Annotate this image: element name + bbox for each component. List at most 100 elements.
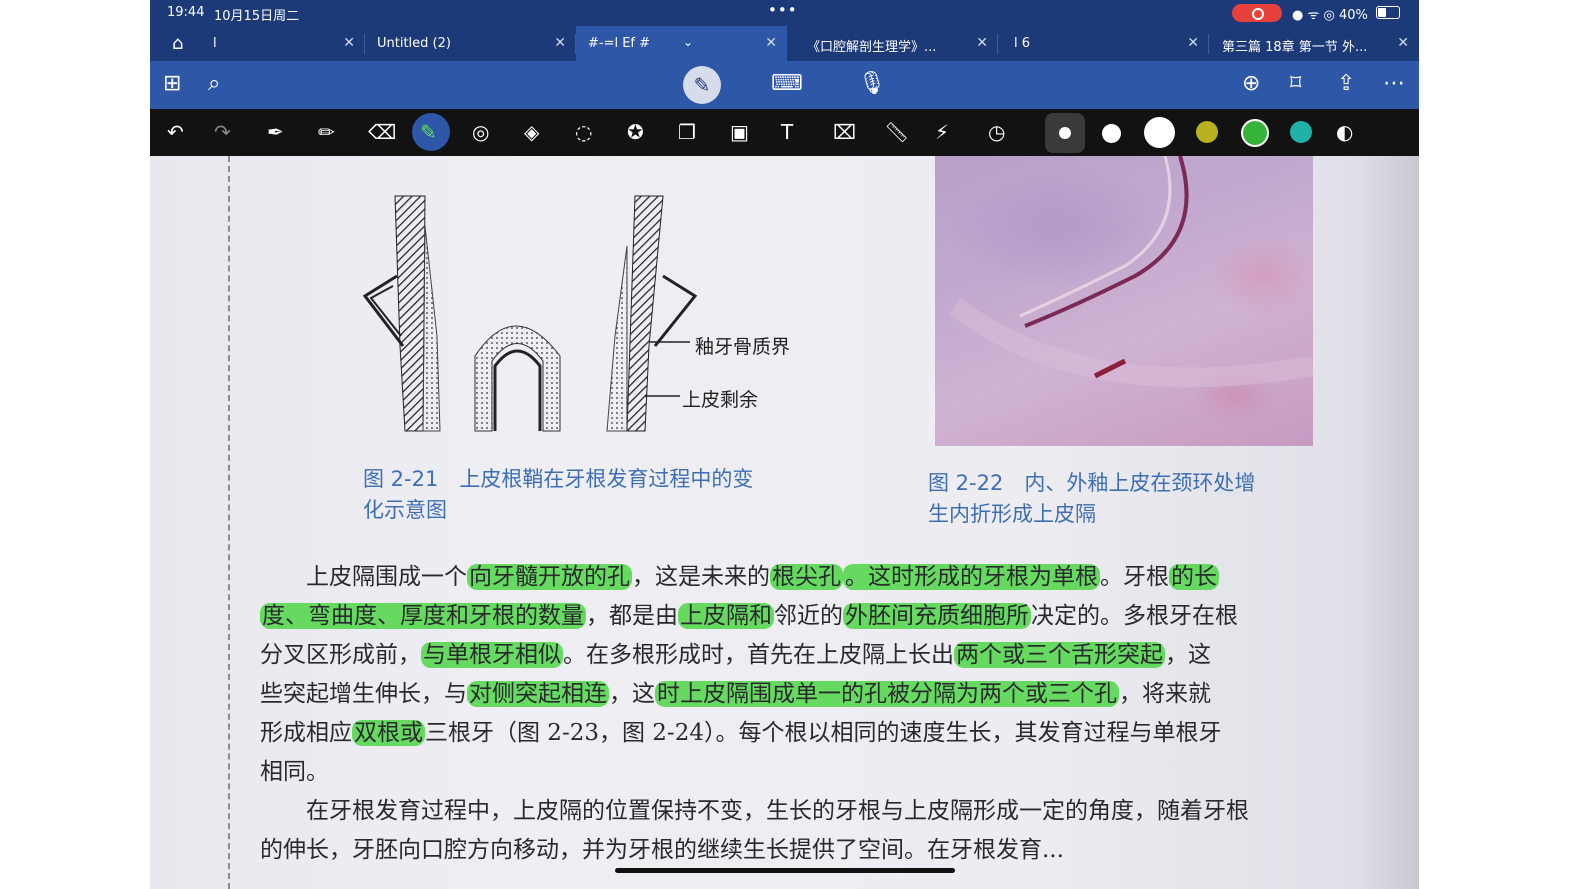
home-indicator[interactable] — [615, 868, 955, 873]
battery-percent: 40% — [1338, 8, 1368, 23]
history-icon[interactable]: ◷ — [988, 120, 1005, 144]
mic-icon[interactable]: 🎙︎ — [858, 71, 886, 97]
close-icon[interactable]: ✕ — [976, 35, 988, 51]
text-line-5: 形成相应双根或三根牙（图 2-23，图 2-24）。每个根以相同的速度生长，其发… — [260, 714, 1378, 753]
pen-mode-icon[interactable]: ✎ — [683, 66, 721, 104]
app-window: 19:44 10月15日周二 ••• ● ᯤ ◎ 40% ⌂ l ✕ Untit… — [150, 0, 1419, 889]
image-icon[interactable]: ▣ — [730, 120, 749, 144]
status-time: 19:44 — [167, 5, 205, 20]
screen-record-icon[interactable] — [1232, 4, 1282, 22]
close-icon[interactable]: ✕ — [1397, 35, 1409, 51]
text-run: 邻近的 — [774, 603, 843, 629]
tab-home[interactable]: ⌂ l ✕ — [150, 26, 365, 61]
text-run: 分叉区形成前， — [260, 642, 421, 668]
figure-2-21-caption: 图 2-21 上皮根鞘在牙根发育过程中的变 化示意图 — [363, 464, 753, 526]
image-search-icon[interactable]: ⌧ — [833, 120, 856, 144]
text-icon[interactable]: T — [781, 120, 793, 144]
tab-label: 第三篇 18章 第一节 外... — [1222, 40, 1368, 55]
figure-2-22-micrograph — [935, 156, 1315, 446]
bookmark-icon[interactable]: ⌑ — [1290, 71, 1301, 97]
pen-icon[interactable]: ✒ — [267, 120, 284, 144]
highlight[interactable]: 向牙髓开放的孔 — [467, 564, 632, 590]
highlight[interactable]: 与单根牙相似 — [421, 642, 563, 668]
close-icon[interactable]: ✕ — [1187, 35, 1199, 51]
text-line-3: 分叉区形成前，与单根牙相似。在多根形成时，首先在上皮隔上长出两个或三个舌形突起，… — [260, 636, 1378, 675]
text-line-6: 相同。 — [260, 759, 329, 785]
add-page-icon[interactable]: ⊕ — [1242, 71, 1260, 97]
tab-label: #-=l Ef # — [588, 36, 651, 51]
highlight[interactable]: 双根或 — [352, 720, 425, 746]
keyboard-icon[interactable]: ⌨ — [771, 71, 803, 97]
status-bar: 19:44 10月15日周二 ••• ● ᯤ ◎ 40% — [150, 0, 1419, 26]
highlight[interactable]: 根尖孔 — [770, 564, 843, 590]
undo-icon[interactable]: ↶ — [167, 120, 184, 144]
highlight[interactable]: 上皮隔和 — [678, 603, 774, 629]
tab-l6[interactable]: l 6 ✕ — [998, 26, 1209, 61]
redo-icon[interactable]: ↷ — [214, 120, 231, 144]
grid-icon[interactable]: ⊞ — [163, 71, 181, 97]
lasso-icon[interactable]: ◌ — [575, 120, 592, 144]
page-margin-guide — [228, 156, 230, 889]
drawing-toolbar: ↶ ↷ ✒ ✏ ⌫ ✎ ◎ ◈ ◌ ✪ ❐ ▣ T ⌧ 📏︎ ⚡ ◷ ◐ — [150, 109, 1419, 156]
close-icon[interactable]: ✕ — [343, 35, 355, 51]
share-icon[interactable]: ⇪ — [1337, 71, 1355, 97]
figure-2-21-diagram — [362, 195, 698, 432]
highlight[interactable]: 的长 — [1169, 564, 1219, 590]
swatch-teal[interactable] — [1290, 121, 1312, 143]
tab-active-document[interactable]: #-=l Ef # ⌄ ✕ — [576, 26, 787, 61]
text-run: ，这是未来的 — [632, 564, 770, 590]
highlighter-icon[interactable]: ✎ — [420, 120, 437, 144]
document-toolbar: ⊞ ⌕ ✎ ⌨ 🎙︎ ⊕ ⌑ ⇪ ⋯ — [150, 61, 1419, 109]
highlight[interactable]: 。这时形成的牙根为单根 — [843, 564, 1100, 590]
swatch-olive[interactable] — [1196, 121, 1218, 143]
highlight[interactable]: 外胚间充质细胞所 — [843, 603, 1031, 629]
shapes-icon[interactable]: ◈ — [524, 120, 539, 144]
text-run: ，将来就 — [1119, 681, 1211, 707]
shape-icon[interactable]: ◎ — [472, 120, 489, 144]
close-icon[interactable]: ✕ — [554, 35, 566, 51]
swatch-green-selected[interactable] — [1241, 119, 1269, 147]
text-line-8: 的伸长，牙胚向口腔方向移动，并为牙根的继续生长提供了空间。在牙根发育... — [260, 837, 1064, 863]
laser-icon[interactable]: ⚡ — [935, 120, 949, 144]
caption-line: 图 2-22 内、外釉上皮在颈环处增 — [928, 471, 1256, 495]
close-icon[interactable]: ✕ — [765, 35, 777, 51]
swatch-white-medium[interactable] — [1102, 124, 1121, 143]
text-line-2: 度、弯曲度、厚度和牙根的数量，都是由上皮隔和邻近的外胚间充质细胞所决定的。多根牙… — [260, 597, 1378, 636]
copy-icon[interactable]: ❐ — [678, 120, 696, 144]
eraser-icon[interactable]: ⌫ — [368, 120, 396, 144]
pencil-icon[interactable]: ✏ — [318, 120, 335, 144]
tab-label: l — [213, 36, 217, 51]
tab-oral-anatomy[interactable]: 《口腔解剖生理学》... ✕ — [787, 26, 998, 61]
ruler-icon[interactable]: 📏︎ — [884, 120, 909, 144]
highlight[interactable]: 两个或三个舌形突起 — [954, 642, 1165, 668]
text-run: 上皮隔围成一个 — [260, 564, 467, 590]
highlight[interactable]: 时上皮隔围成单一的孔被分隔为两个或三个孔 — [655, 681, 1119, 707]
status-date: 10月15日周二 — [214, 9, 300, 24]
text-run: 些突起增生伸长，与 — [260, 681, 467, 707]
text-run: 。牙根 — [1100, 564, 1169, 590]
text-line-1: 上皮隔围成一个向牙髓开放的孔，这是未来的根尖孔 。这时形成的牙根为单根。牙根的长 — [260, 558, 1378, 597]
tab-label: l 6 — [1014, 36, 1031, 51]
chevron-down-icon[interactable]: ⌄ — [683, 35, 693, 49]
sticker-icon[interactable]: ✪ — [627, 120, 644, 144]
status-indicators: ● ᯤ ◎ 40% — [1292, 8, 1368, 23]
search-icon[interactable]: ⌕ — [208, 71, 220, 97]
text-line-4: 些突起增生伸长，与对侧突起相连，这时上皮隔围成单一的孔被分隔为两个或三个孔，将来… — [260, 675, 1378, 714]
more-icon[interactable]: ⋯ — [1383, 71, 1405, 97]
swatch-white-large[interactable] — [1144, 117, 1175, 148]
document-page[interactable]: 釉牙骨质界 上皮剩余 图 2-21 上皮根鞘在牙根发育过程中的变 化示意图 图 … — [150, 156, 1419, 889]
tab-chapter18[interactable]: 第三篇 18章 第一节 外... ✕ — [1209, 26, 1419, 61]
highlight[interactable]: 度、弯曲度、厚度和牙根的数量 — [260, 603, 586, 629]
swatch-white-small[interactable] — [1059, 127, 1071, 139]
diagram-label-epithelial-rest: 上皮剩余 — [682, 389, 759, 411]
multitask-dots-icon[interactable]: ••• — [768, 1, 798, 19]
text-run: 三根牙（图 2-23，图 2-24）。每个根以相同的速度生长，其发育过程与单根牙 — [425, 720, 1222, 746]
tab-untitled[interactable]: Untitled (2) ✕ — [365, 26, 576, 61]
battery-icon — [1376, 6, 1400, 19]
home-icon[interactable]: ⌂ — [172, 33, 183, 54]
tab-label: Untitled (2) — [377, 36, 451, 51]
figure-2-22-caption: 图 2-22 内、外釉上皮在颈环处增 生内折形成上皮隔 — [928, 468, 1255, 530]
highlight[interactable]: 对侧突起相连 — [467, 681, 609, 707]
add-color-icon[interactable]: ◐ — [1336, 120, 1353, 144]
text-run: ，都是由 — [586, 603, 678, 629]
